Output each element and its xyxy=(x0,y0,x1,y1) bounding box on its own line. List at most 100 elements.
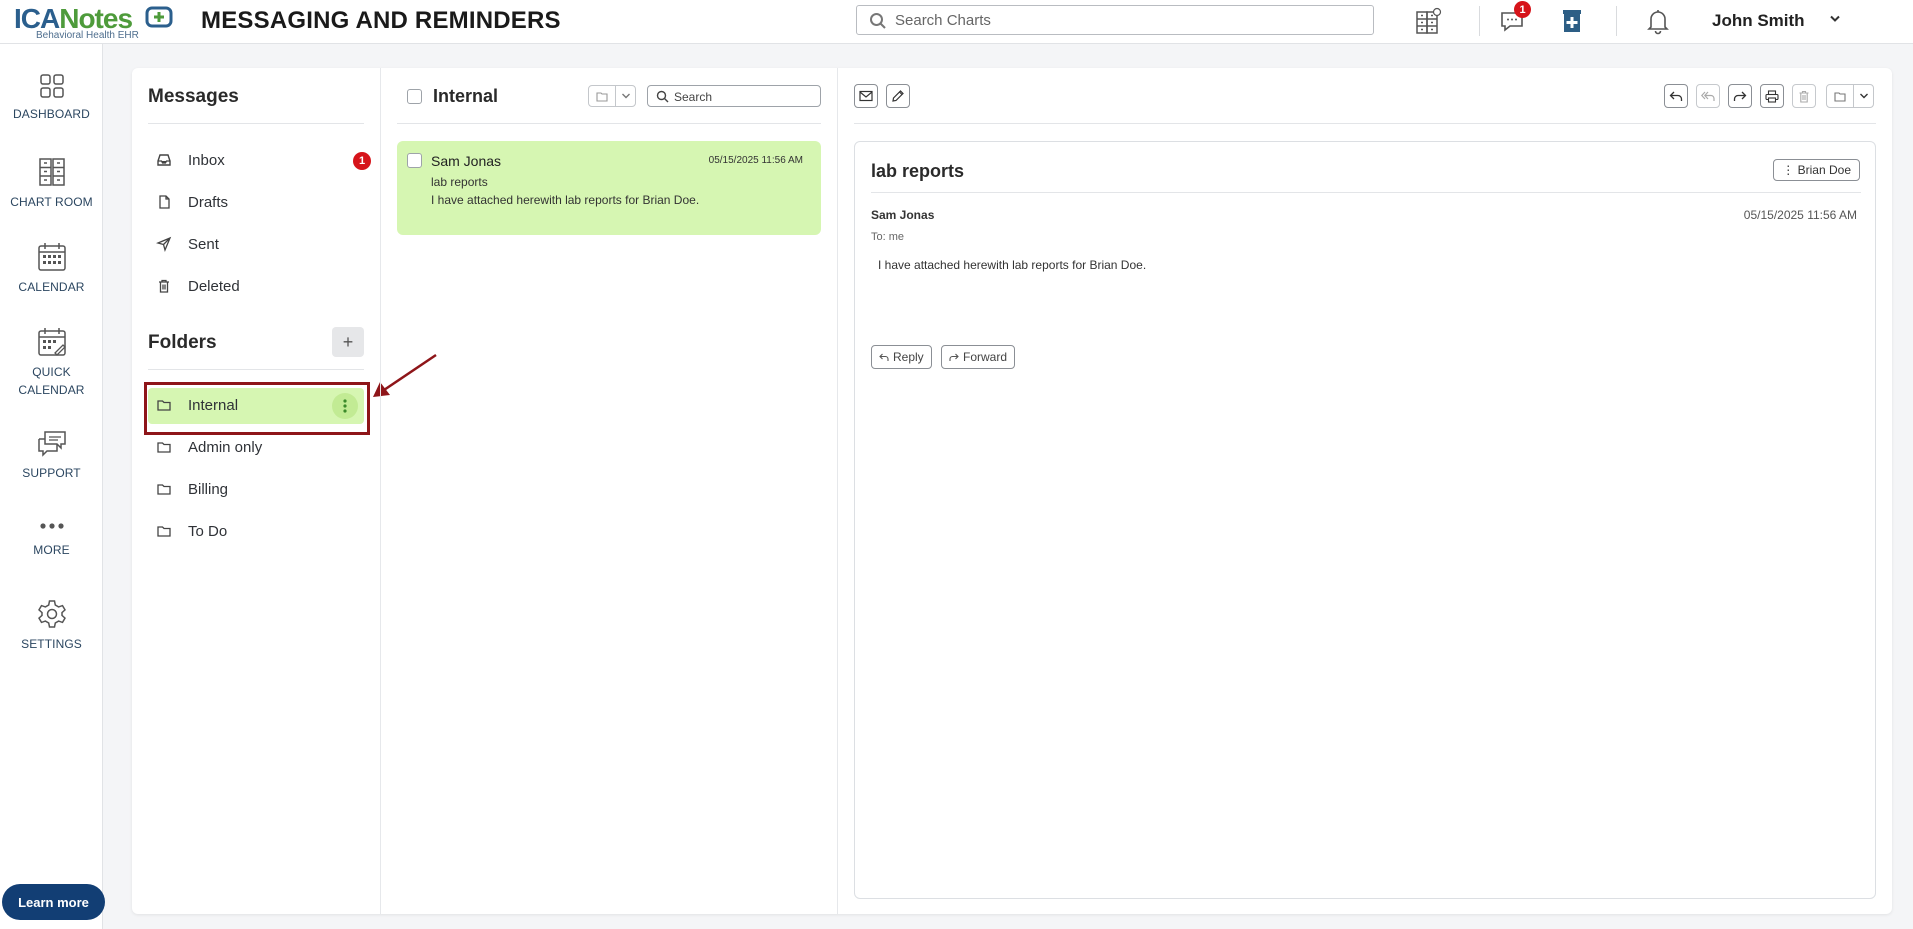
dashboard-icon xyxy=(39,74,64,98)
sidebar-item-deleted[interactable]: Deleted xyxy=(148,269,364,305)
folder-move-icon[interactable] xyxy=(1827,85,1853,107)
sidebar-item-label: Inbox xyxy=(188,152,225,169)
delete-button[interactable] xyxy=(1792,84,1816,108)
forward-icon xyxy=(1733,91,1747,101)
app-logo[interactable]: ICANotes Behavioral Health EHR xyxy=(14,3,174,43)
message-preview: I have attached herewith lab reports for… xyxy=(431,193,700,207)
folder-icon xyxy=(157,442,171,453)
nav-chart-room[interactable]: CHART ROOM xyxy=(0,156,103,211)
select-all-checkbox[interactable] xyxy=(407,89,422,104)
folder-move-icon[interactable] xyxy=(589,86,615,106)
cabinet-icon xyxy=(1416,7,1442,34)
message-detail-subject: lab reports xyxy=(871,161,965,181)
divider xyxy=(854,123,1876,124)
quick-calendar-icon xyxy=(37,328,66,356)
reply-icon xyxy=(879,353,889,361)
patient-tag-button[interactable]: ⋮ Brian Doe xyxy=(1773,159,1860,181)
logo-plus-icon xyxy=(145,6,173,28)
folder-label: Billing xyxy=(188,481,229,498)
reply-toolbar-button[interactable] xyxy=(1664,84,1688,108)
nav-label: SUPPORT xyxy=(22,466,81,480)
sidebar-item-sent[interactable]: Sent xyxy=(148,227,364,263)
compose-button[interactable] xyxy=(886,84,910,108)
folder-item-to-do[interactable]: To Do xyxy=(148,514,364,550)
reply-all-toolbar-button[interactable] xyxy=(1696,84,1720,108)
print-button[interactable] xyxy=(1760,84,1784,108)
sidebar-item-drafts[interactable]: Drafts xyxy=(148,185,364,221)
nav-dashboard[interactable]: DASHBOARD xyxy=(0,72,103,123)
sidebar-item-inbox[interactable]: Inbox 1 xyxy=(148,143,371,179)
nav-label: CHART ROOM xyxy=(10,195,93,209)
support-icon xyxy=(37,431,66,457)
chart-room-shortcut[interactable] xyxy=(1411,4,1445,38)
nav-quick-calendar[interactable]: QUICK CALENDAR xyxy=(0,326,103,399)
message-checkbox[interactable] xyxy=(407,153,422,168)
draft-icon xyxy=(159,195,170,209)
add-folder-button[interactable]: + xyxy=(332,327,364,357)
nav-label: MORE xyxy=(33,543,70,557)
notifications-button[interactable] xyxy=(1641,4,1675,38)
search-charts-input[interactable] xyxy=(895,10,1355,30)
nav-more[interactable]: MORE xyxy=(0,516,103,559)
trash-icon xyxy=(1799,90,1809,103)
user-menu[interactable]: John Smith xyxy=(1712,11,1805,31)
search-icon xyxy=(656,90,669,103)
message-list-item[interactable]: Sam Jonas 05/15/2025 11:56 AM lab report… xyxy=(397,141,821,235)
nav-calendar[interactable]: CALENDAR xyxy=(0,241,103,296)
send-icon xyxy=(156,236,172,252)
chevron-down-icon[interactable] xyxy=(1829,14,1841,24)
chevron-down-icon[interactable] xyxy=(615,86,635,106)
folder-label: Admin only xyxy=(188,439,263,456)
message-detail-pane: lab reports ⋮ Brian Doe Sam Jonas 05/15/… xyxy=(854,141,1876,899)
learn-more-button[interactable]: Learn more xyxy=(2,884,105,920)
message-detail-sender: Sam Jonas xyxy=(871,208,935,222)
chevron-down-icon[interactable] xyxy=(1853,85,1873,107)
pencil-icon xyxy=(892,90,904,102)
folder-item-billing[interactable]: Billing xyxy=(148,472,364,508)
page-title: MESSAGING AND REMINDERS xyxy=(201,7,561,34)
topbar-divider xyxy=(1616,6,1617,36)
nav-label: CALENDAR xyxy=(18,280,85,294)
message-detail-recipient: To: me xyxy=(871,231,905,243)
forward-button-label: Forward xyxy=(963,350,1008,364)
nav-settings[interactable]: SETTINGS xyxy=(0,598,103,653)
nav-label: QUICK CALENDAR xyxy=(18,365,85,397)
messages-shortcut[interactable]: 1 xyxy=(1495,1,1531,38)
nav-support[interactable]: SUPPORT xyxy=(0,429,103,482)
search-charts-box[interactable] xyxy=(856,5,1374,35)
messages-heading: Messages xyxy=(148,86,239,107)
divider xyxy=(871,192,1861,193)
message-sender: Sam Jonas xyxy=(431,153,502,169)
calendar-icon xyxy=(37,243,66,271)
sidebar-item-label: Deleted xyxy=(188,278,240,295)
message-search-input[interactable] xyxy=(674,89,814,104)
move-message-button[interactable] xyxy=(1826,84,1874,108)
settings-icon xyxy=(37,600,66,628)
rx-plus-icon xyxy=(1563,10,1581,32)
printer-icon xyxy=(1765,89,1779,103)
message-subject: lab reports xyxy=(431,175,488,189)
sidebar-item-label: Drafts xyxy=(188,194,229,211)
chart-room-icon xyxy=(38,158,65,186)
forward-button[interactable]: Forward xyxy=(941,345,1016,369)
move-to-folder-button[interactable] xyxy=(588,85,636,107)
folder-item-admin-only[interactable]: Admin only xyxy=(148,430,364,466)
inbox-icon xyxy=(157,154,171,166)
folder-icon xyxy=(157,526,171,537)
message-detail-date: 05/15/2025 11:56 AM xyxy=(1743,208,1857,222)
nav-label: SETTINGS xyxy=(21,637,82,651)
reply-icon xyxy=(1669,91,1683,101)
column-divider xyxy=(380,68,381,914)
forward-toolbar-button[interactable] xyxy=(1728,84,1752,108)
reply-button[interactable]: Reply xyxy=(871,345,932,369)
message-search-box[interactable] xyxy=(647,85,821,107)
folder-title: Internal xyxy=(433,86,499,106)
divider xyxy=(397,123,821,124)
top-bar: ICANotes Behavioral Health EHR MESSAGING… xyxy=(0,0,1913,44)
new-message-button[interactable] xyxy=(854,84,878,108)
messages-count-badge: 1 xyxy=(1514,1,1531,18)
search-icon xyxy=(870,13,886,29)
annotation-highlight-box xyxy=(144,382,370,435)
prescriptions-shortcut[interactable] xyxy=(1555,4,1589,38)
logo-tagline: Behavioral Health EHR xyxy=(36,30,139,41)
